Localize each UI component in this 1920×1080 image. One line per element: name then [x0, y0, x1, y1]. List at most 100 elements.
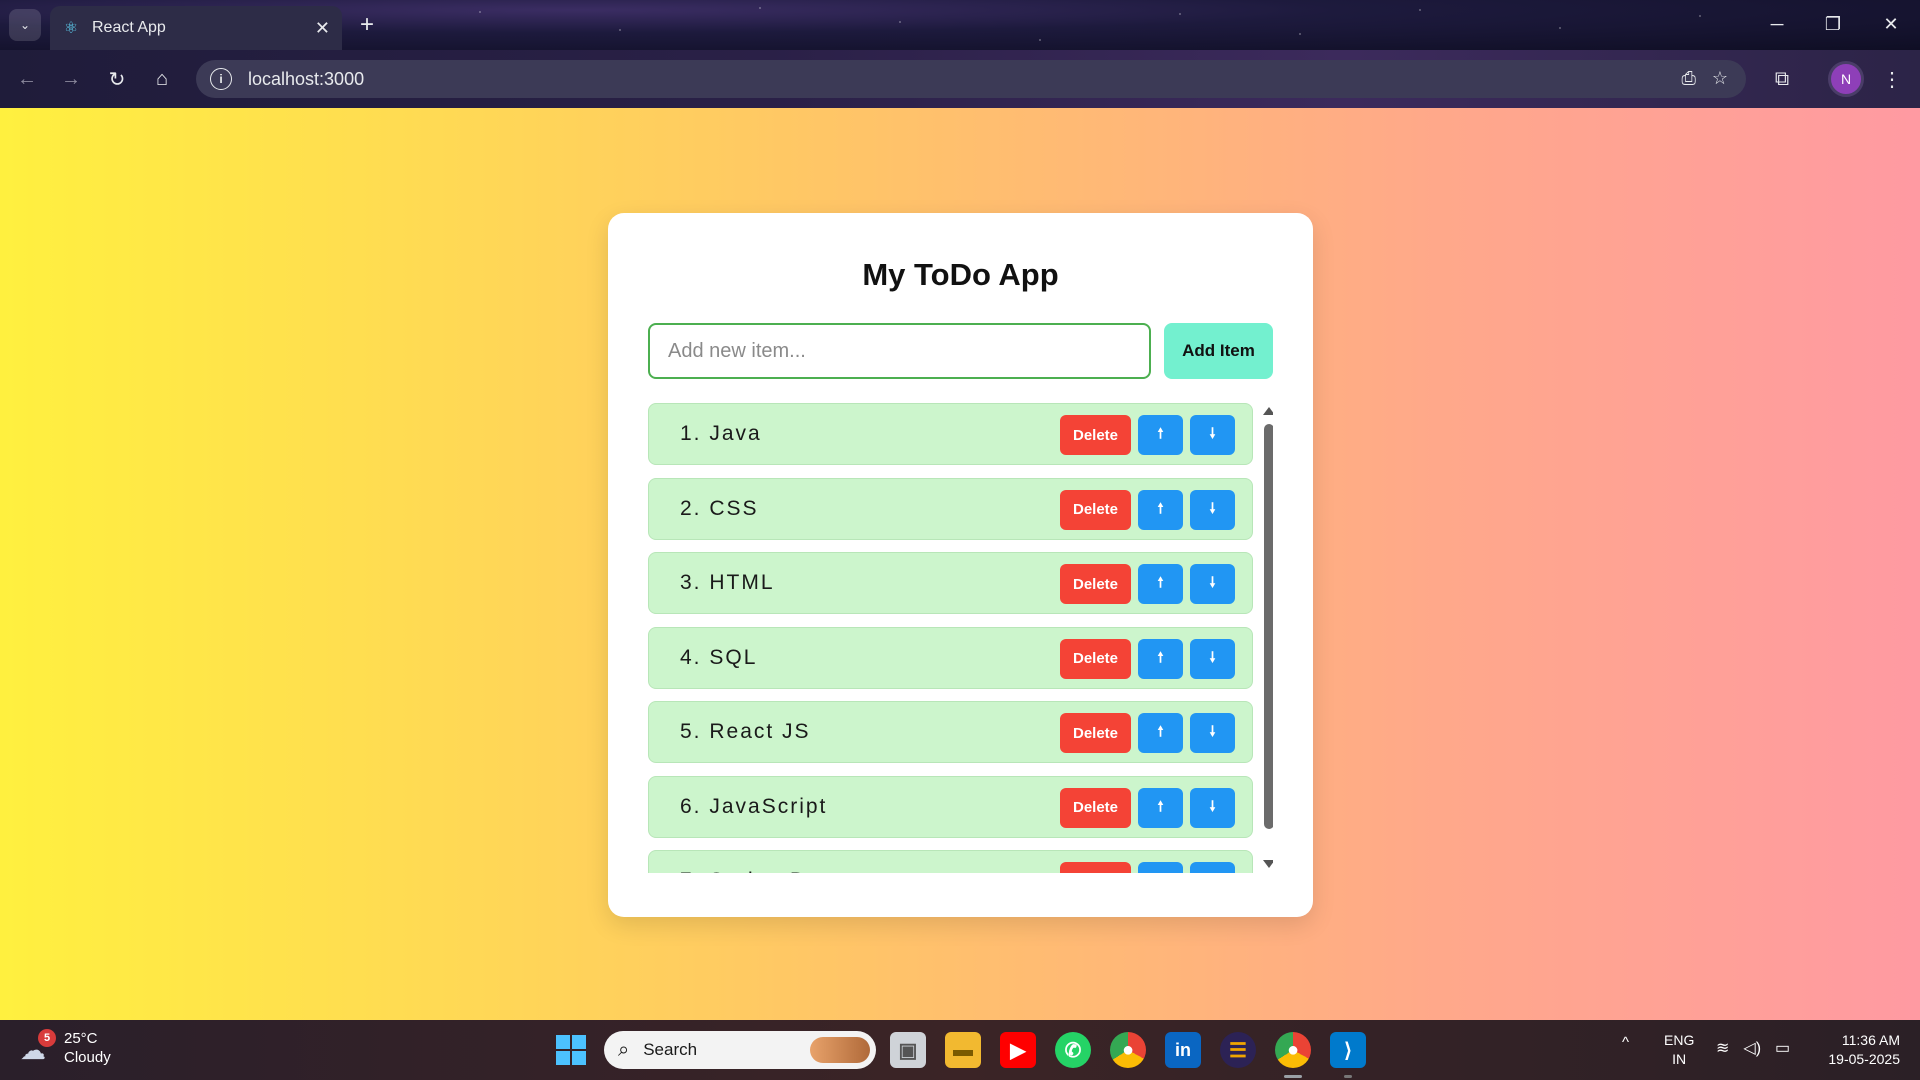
chrome-profile-icon[interactable]: ● [1275, 1032, 1311, 1068]
todo-item-label: 3. HTML [680, 571, 775, 594]
close-window-button[interactable]: ✕ [1866, 8, 1916, 40]
language-indicator[interactable]: ENG IN [1664, 1031, 1694, 1069]
scroll-down-arrow-icon[interactable] [1263, 860, 1273, 868]
file-explorer-icon[interactable]: ▬ [945, 1032, 981, 1068]
region-code: IN [1672, 1051, 1687, 1067]
todo-item-label: 6. JavaScript [680, 794, 828, 818]
todo-list-container[interactable]: 1. Java Delete 🠕 🠗 2. CSS Delete 🠕 🠗 3. HTML Dele… [648, 403, 1273, 873]
chevron-up-icon[interactable]: ^ [1622, 1034, 1629, 1051]
chrome-icon[interactable]: ● [1110, 1032, 1146, 1068]
search-highlight-image [810, 1037, 870, 1063]
move-down-button[interactable]: 🠗 [1190, 415, 1235, 455]
move-up-button[interactable]: 🠕 [1138, 489, 1183, 530]
move-down-button[interactable]: 🠗 [1190, 713, 1235, 753]
add-item-button[interactable]: Add Item [1164, 323, 1273, 379]
new-item-input[interactable] [648, 323, 1151, 379]
delete-button[interactable]: Delete [1060, 489, 1131, 530]
browser-tab-strip: ⌄ ⚛ React App ✕ + ─ ❐ ✕ [0, 0, 1920, 50]
new-tab-button[interactable]: + [352, 10, 382, 40]
move-down-button[interactable]: 🠗 [1190, 564, 1235, 604]
add-item-row: Add Item [648, 323, 1273, 379]
minimize-button[interactable]: ─ [1752, 8, 1802, 40]
move-down-button[interactable]: 🠗 [1190, 638, 1235, 679]
browser-toolbar: ← → ↻ ⌂ i localhost:3000 ⎙ ☆ ⧉ ⋮ [0, 50, 1920, 108]
list-scrollbar[interactable] [1263, 403, 1273, 873]
move-up-button[interactable]: 🠕 [1138, 787, 1183, 828]
clock-time: 11:36 AM [1841, 1032, 1900, 1048]
move-up-button[interactable]: 🠕 [1138, 862, 1183, 873]
temperature: 25°C [64, 1030, 98, 1047]
todo-item: 4. SQL Delete 🠕 🠗 [648, 626, 1253, 689]
windows-taskbar: ☁ 5 25°C Cloudy ⌕ Search ▣ ▬ ▶ ✆ ● in ☰ … [0, 1020, 1920, 1080]
windows-start-icon[interactable] [556, 1035, 586, 1065]
todo-item-label: 5. React JS [680, 720, 811, 743]
todo-item-label: 4. SQL [680, 645, 758, 669]
tab-search-button[interactable]: ⌄ [9, 9, 41, 41]
open-app-indicator [1344, 1075, 1352, 1078]
system-clock[interactable]: 11:36 AM 19-05-2025 [1816, 1031, 1900, 1069]
delete-button[interactable]: Delete [1060, 862, 1131, 873]
move-up-button[interactable]: 🠕 [1138, 713, 1183, 753]
delete-button[interactable]: Delete [1060, 787, 1131, 828]
todo-item: 1. Java Delete 🠕 🠗 [648, 403, 1253, 465]
move-up-button[interactable]: 🠕 [1138, 638, 1183, 679]
delete-button[interactable]: Delete [1060, 564, 1131, 604]
wifi-icon[interactable]: ≋ [1716, 1038, 1729, 1058]
eclipse-icon[interactable]: ☰ [1220, 1032, 1256, 1068]
close-tab-icon[interactable]: ✕ [315, 18, 330, 39]
extensions-icon[interactable]: ⧉ [1766, 63, 1798, 95]
page-title: My ToDo App [862, 257, 1059, 292]
search-label: Search [643, 1040, 698, 1059]
page-viewport: My ToDo App Add Item 1. JavaDelete🠕🠗2. C… [0, 108, 1920, 1020]
vscode-icon[interactable]: ⟩ [1330, 1032, 1366, 1068]
taskbar-search[interactable]: ⌕ Search [604, 1031, 876, 1069]
move-up-button[interactable]: 🠕 [1138, 415, 1183, 455]
todo-item: 6. JavaScript Delete 🠕 🠗 [648, 775, 1253, 838]
todo-item: 5. React JS Delete 🠕 🠗 [648, 701, 1253, 763]
browser-tab[interactable]: ⚛ React App ✕ [50, 6, 342, 50]
weather-widget[interactable]: ☁ 5 25°C Cloudy [20, 1029, 111, 1067]
todo-list: 1. Java Delete 🠕 🠗 2. CSS Delete 🠕 🠗 3. HTML Dele… [648, 403, 1253, 873]
todo-item-label: 7. Spring Boot [680, 869, 841, 873]
whatsapp-icon[interactable]: ✆ [1055, 1032, 1091, 1068]
active-app-indicator [1284, 1075, 1302, 1078]
scrollbar-thumb[interactable] [1264, 424, 1273, 829]
reload-icon[interactable]: ↻ [101, 63, 133, 95]
language-code: ENG [1664, 1032, 1695, 1048]
url-text: localhost:3000 [248, 68, 365, 89]
todo-item: 7. Spring Boot Delete 🠕 🠗 [648, 850, 1253, 873]
back-arrow-icon[interactable]: ← [11, 63, 43, 95]
battery-icon[interactable]: ▭ [1775, 1038, 1790, 1058]
bookmark-star-icon[interactable]: ☆ [1712, 68, 1728, 89]
todo-item: 2. CSS Delete 🠕 🠗 [648, 477, 1253, 540]
scroll-up-arrow-icon[interactable] [1263, 407, 1273, 415]
youtube-icon[interactable]: ▶ [1000, 1032, 1036, 1068]
delete-button[interactable]: Delete [1060, 713, 1131, 753]
task-view-icon[interactable]: ▣ [890, 1032, 926, 1068]
delete-button[interactable]: Delete [1060, 415, 1131, 455]
linkedin-icon[interactable]: in [1165, 1032, 1201, 1068]
clock-date: 19-05-2025 [1828, 1051, 1900, 1067]
forward-arrow-icon[interactable]: → [55, 63, 87, 95]
weather-badge: 5 [38, 1029, 56, 1047]
tab-title: React App [92, 19, 166, 36]
search-icon: ⌕ [618, 1038, 630, 1061]
move-up-button[interactable]: 🠕 [1138, 564, 1183, 604]
move-down-button[interactable]: 🠗 [1190, 862, 1235, 873]
todo-card: My ToDo App Add Item 1. JavaDelete🠕🠗2. C… [608, 213, 1313, 917]
site-info-icon[interactable]: i [210, 68, 232, 90]
weather-condition: Cloudy [64, 1049, 111, 1066]
todo-item-label: 1. Java [680, 422, 762, 445]
move-down-button[interactable]: 🠗 [1190, 489, 1235, 530]
cloud-icon: ☁ 5 [20, 1029, 56, 1065]
react-favicon-icon: ⚛ [63, 20, 79, 37]
home-icon[interactable]: ⌂ [146, 63, 178, 95]
menu-kebab-icon[interactable]: ⋮ [1876, 63, 1908, 95]
install-app-icon[interactable]: ⎙ [1681, 68, 1695, 89]
move-down-button[interactable]: 🠗 [1190, 787, 1235, 828]
profile-avatar[interactable]: N [1828, 61, 1864, 97]
restore-button[interactable]: ❐ [1808, 8, 1858, 40]
volume-icon[interactable]: ◁) [1743, 1038, 1761, 1058]
delete-button[interactable]: Delete [1060, 638, 1131, 679]
address-bar[interactable]: i localhost:3000 ⎙ ☆ [196, 60, 1746, 98]
